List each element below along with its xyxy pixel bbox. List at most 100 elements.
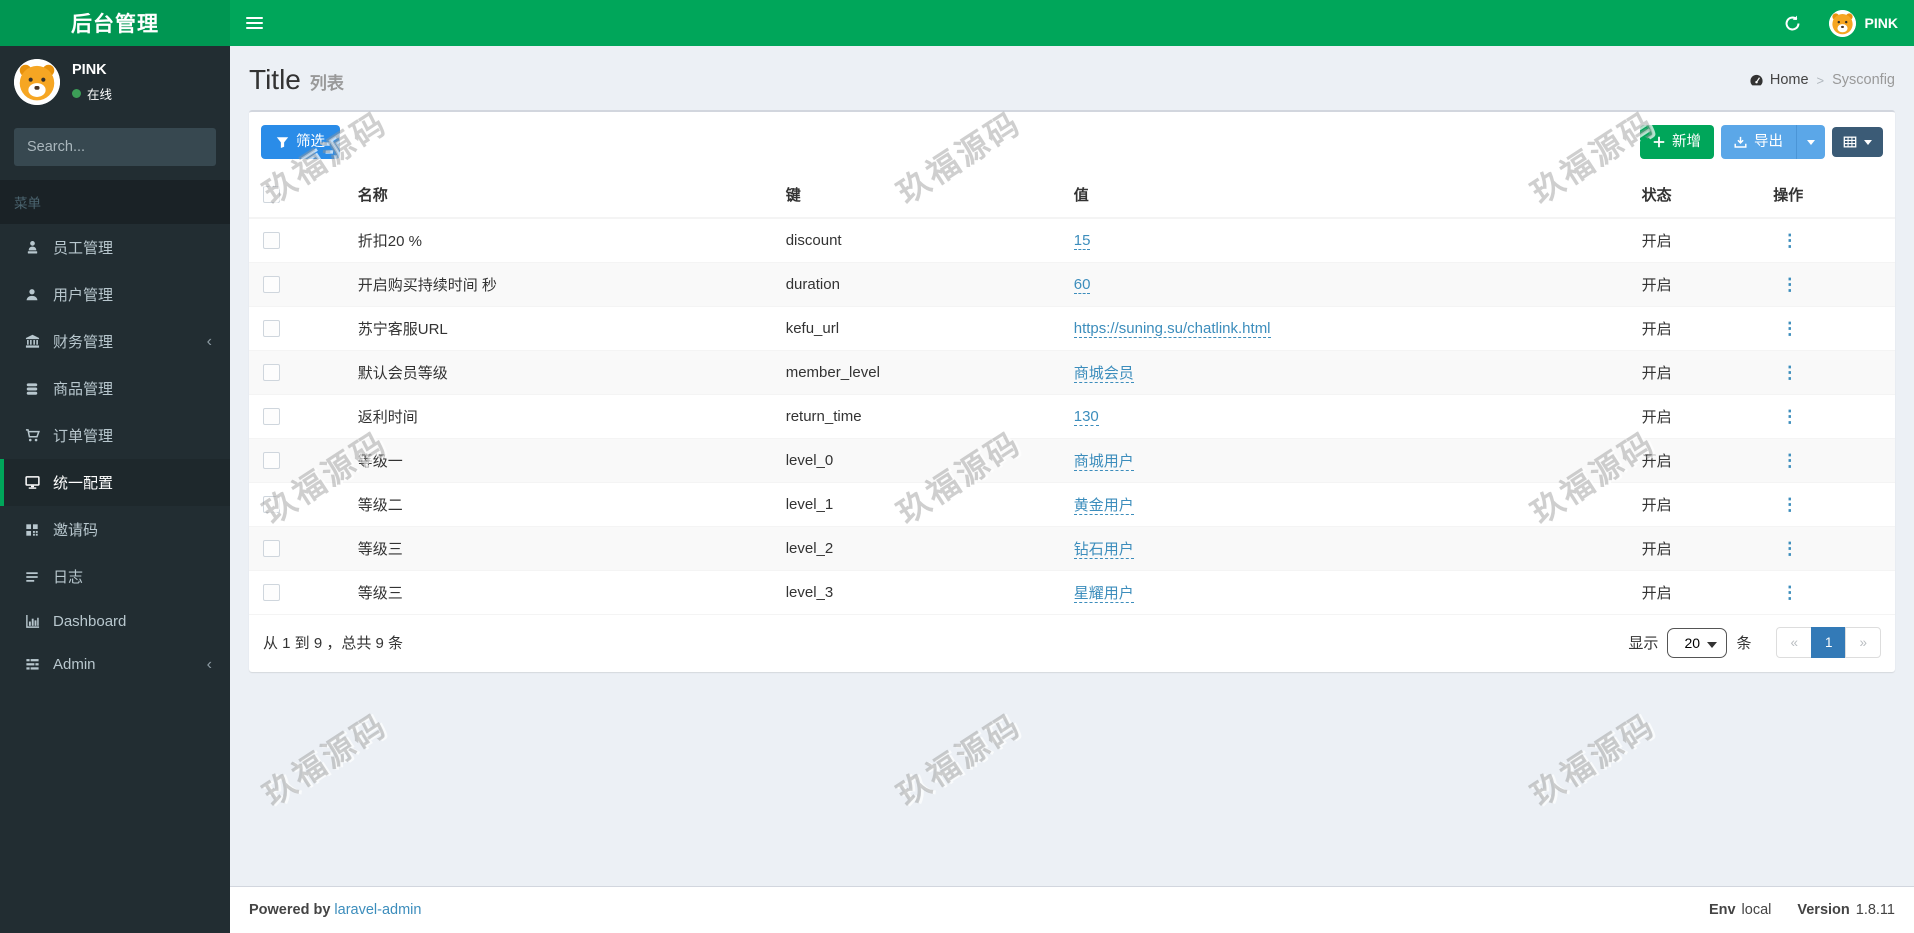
qrcode-icon bbox=[22, 523, 42, 537]
refresh-icon bbox=[1784, 15, 1801, 32]
top-navbar: 后台管理 PINK bbox=[0, 0, 1914, 46]
row-actions-button[interactable]: ⋮ bbox=[1773, 230, 1807, 251]
version-label: Version bbox=[1797, 902, 1850, 918]
export-dropdown-toggle[interactable] bbox=[1796, 125, 1825, 160]
sidebar-user-name: PINK bbox=[72, 61, 107, 78]
avatar bbox=[14, 59, 60, 105]
sidebar-item-logs[interactable]: 日志 ‹ bbox=[0, 553, 230, 600]
per-page-label: 显示 bbox=[1628, 635, 1659, 653]
cell-value-link[interactable]: 15 bbox=[1073, 232, 1091, 251]
row-checkbox[interactable] bbox=[263, 364, 280, 382]
user-name: PINK bbox=[1864, 15, 1898, 31]
table-row: 折扣20 % discount 15 开启 ⋮ bbox=[249, 217, 1895, 263]
menu-header: 菜单 bbox=[0, 180, 230, 224]
sidebar-toggle-button[interactable] bbox=[230, 0, 278, 46]
sidebar-item-staff[interactable]: 员工管理 ‹ bbox=[0, 224, 230, 271]
row-checkbox[interactable] bbox=[263, 232, 280, 250]
dashboard-icon bbox=[1749, 73, 1764, 88]
breadcrumb-current: Sysconfig bbox=[1832, 72, 1895, 88]
add-button[interactable]: 新增 bbox=[1640, 125, 1714, 160]
cell-name: 等级三 bbox=[347, 570, 776, 615]
row-actions-button[interactable]: ⋮ bbox=[1773, 450, 1807, 471]
cell-name: 折扣20 % bbox=[347, 217, 776, 263]
cell-name: 苏宁客服URL bbox=[347, 306, 776, 351]
cell-value-link[interactable]: 星耀用户 bbox=[1073, 585, 1134, 604]
search-input[interactable] bbox=[14, 128, 216, 166]
sidebar-item-finance[interactable]: 财务管理 ‹ bbox=[0, 318, 230, 365]
employee-icon bbox=[22, 240, 42, 255]
breadcrumb-separator: > bbox=[1816, 72, 1825, 88]
laravel-admin-link[interactable]: laravel-admin bbox=[334, 902, 421, 918]
row-actions-button[interactable]: ⋮ bbox=[1773, 406, 1807, 427]
pagination-page-1[interactable]: 1 bbox=[1810, 627, 1847, 659]
row-actions-button[interactable]: ⋮ bbox=[1773, 318, 1807, 339]
row-actions-button[interactable]: ⋮ bbox=[1773, 274, 1807, 295]
config-table: 名称 键 值 状态 操作 折扣20 % discount 15 开启 ⋮ 开启购… bbox=[249, 172, 1895, 615]
column-selector-button[interactable] bbox=[1832, 127, 1883, 158]
filter-button[interactable]: 筛选 bbox=[261, 125, 340, 160]
plus-icon bbox=[1653, 136, 1665, 148]
sidebar-item-users[interactable]: 用户管理 ‹ bbox=[0, 271, 230, 318]
caret-down-icon bbox=[1807, 139, 1815, 145]
cell-value-link[interactable]: 130 bbox=[1073, 408, 1099, 427]
cell-status: 开启 bbox=[1631, 482, 1764, 527]
cell-status: 开启 bbox=[1631, 262, 1764, 307]
sidebar-item-goods[interactable]: 商品管理 ‹ bbox=[0, 365, 230, 412]
column-header-value: 值 bbox=[1063, 172, 1632, 220]
row-actions-button[interactable]: ⋮ bbox=[1773, 362, 1807, 383]
sidebar-item-config[interactable]: 统一配置 ‹ bbox=[0, 459, 230, 506]
cell-value-link[interactable]: 60 bbox=[1073, 276, 1091, 295]
row-checkbox[interactable] bbox=[263, 320, 280, 338]
cell-status: 开启 bbox=[1631, 394, 1764, 439]
row-checkbox[interactable] bbox=[263, 540, 280, 558]
cell-status: 开启 bbox=[1631, 526, 1764, 571]
pagination-next[interactable]: » bbox=[1845, 627, 1881, 659]
row-checkbox[interactable] bbox=[263, 584, 280, 602]
main-footer: Powered by laravel-admin Env local Versio… bbox=[230, 886, 1914, 933]
cell-value-link[interactable]: 钻石用户 bbox=[1073, 541, 1134, 560]
select-all-checkbox[interactable] bbox=[263, 186, 280, 204]
sidebar-item-orders[interactable]: 订单管理 ‹ bbox=[0, 412, 230, 459]
row-checkbox[interactable] bbox=[263, 496, 280, 514]
row-actions-button[interactable]: ⋮ bbox=[1773, 582, 1807, 603]
cell-value-link[interactable]: https://suning.su/chatlink.html bbox=[1073, 320, 1271, 339]
sidebar-item-invite[interactable]: 邀请码 ‹ bbox=[0, 506, 230, 553]
cell-value-link[interactable]: 黄金用户 bbox=[1073, 497, 1134, 516]
desktop-icon bbox=[22, 475, 42, 490]
user-menu[interactable]: PINK bbox=[1828, 0, 1898, 46]
env-value: local bbox=[1741, 902, 1772, 918]
sidebar-item-dashboard[interactable]: Dashboard ‹ bbox=[0, 600, 230, 643]
cell-key: level_3 bbox=[775, 570, 1064, 615]
pagination-prev[interactable]: « bbox=[1776, 627, 1812, 659]
refresh-button[interactable] bbox=[1780, 0, 1805, 46]
cell-name: 等级二 bbox=[347, 482, 776, 527]
cell-key: member_level bbox=[775, 350, 1064, 395]
cell-key: level_2 bbox=[775, 526, 1064, 571]
user-icon bbox=[22, 288, 42, 302]
app-logo[interactable]: 后台管理 bbox=[0, 0, 230, 46]
row-checkbox[interactable] bbox=[263, 452, 280, 470]
online-status-dot bbox=[72, 88, 81, 98]
row-checkbox[interactable] bbox=[263, 408, 280, 426]
row-checkbox[interactable] bbox=[263, 276, 280, 294]
table-row: 返利时间 return_time 130 开启 ⋮ bbox=[249, 394, 1895, 439]
row-actions-button[interactable]: ⋮ bbox=[1773, 494, 1807, 515]
row-actions-button[interactable]: ⋮ bbox=[1773, 538, 1807, 559]
breadcrumb-home-link[interactable]: Home bbox=[1749, 72, 1809, 88]
cell-name: 等级一 bbox=[347, 438, 776, 483]
page-size-select[interactable]: 20 bbox=[1667, 627, 1728, 658]
cell-status: 开启 bbox=[1631, 350, 1764, 395]
sidebar-item-admin[interactable]: Admin ‹ bbox=[0, 643, 230, 686]
cell-value-link[interactable]: 商城用户 bbox=[1073, 453, 1134, 472]
cell-value-link[interactable]: 商城会员 bbox=[1073, 365, 1134, 384]
cell-key: kefu_url bbox=[775, 306, 1064, 351]
column-header-key: 键 bbox=[775, 172, 1064, 220]
column-header-action: 操作 bbox=[1763, 172, 1895, 220]
chevron-left-icon: ‹ bbox=[206, 655, 212, 673]
breadcrumb: Home > Sysconfig bbox=[1749, 72, 1895, 88]
export-button[interactable]: 导出 bbox=[1721, 125, 1796, 160]
bar-chart-icon bbox=[22, 614, 42, 629]
per-page-unit: 条 bbox=[1736, 635, 1752, 653]
sidebar: PINK 在线 菜单 员工管理 ‹ 用户管理 ‹ 财务管理 ‹ 商品管理 ‹ 订… bbox=[0, 46, 230, 933]
table-row: 等级一 level_0 商城用户 开启 ⋮ bbox=[249, 438, 1895, 483]
